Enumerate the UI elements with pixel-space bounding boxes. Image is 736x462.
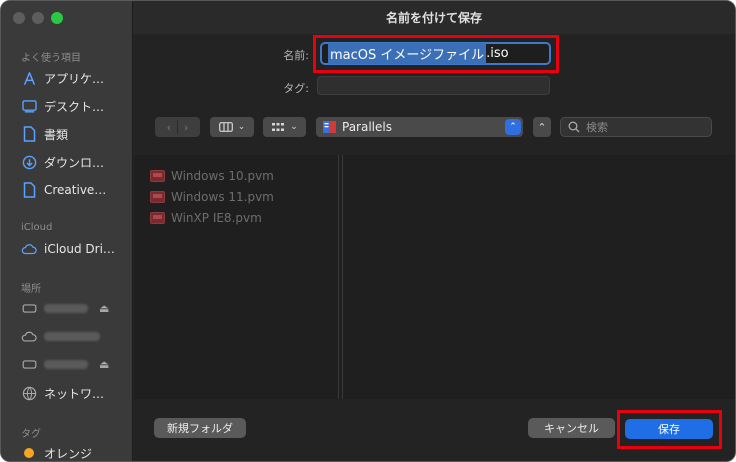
- location-label: Parallels: [342, 120, 392, 134]
- column-divider: [342, 155, 343, 399]
- chevron-down-icon: ⌄: [290, 122, 298, 132]
- sidebar-item-downloads[interactable]: ダウンロ…: [21, 151, 127, 173]
- drive-icon: [21, 300, 37, 316]
- redacted-drive-name: [44, 359, 88, 369]
- tags-header: タグ: [21, 429, 41, 440]
- file-item[interactable]: Windows 10.pvm: [150, 167, 274, 185]
- sidebar-item-creative[interactable]: Creative…: [21, 179, 127, 201]
- cloud-icon: [21, 328, 37, 344]
- back-icon[interactable]: ‹: [161, 121, 177, 134]
- window-controls: [13, 12, 63, 24]
- eject-icon[interactable]: ⏏: [99, 302, 109, 315]
- chevron-up-icon: ⌃: [537, 120, 547, 134]
- sidebar-item-location-drive-2[interactable]: ⏏: [21, 353, 127, 375]
- pvm-file-icon: [150, 191, 165, 203]
- sidebar-item-tag-orange[interactable]: オレンジ: [21, 442, 127, 461]
- redacted-drive-name: [44, 303, 88, 313]
- locations-header: 場所: [21, 284, 41, 295]
- icloud-header: iCloud: [21, 222, 53, 233]
- sidebar-item-documents[interactable]: 書類: [21, 123, 127, 145]
- search-icon: [568, 121, 580, 133]
- applications-icon: [21, 70, 37, 86]
- cancel-button[interactable]: キャンセル: [528, 418, 615, 438]
- pvm-file-icon: [150, 170, 165, 182]
- grid-icon: [272, 122, 285, 131]
- sidebar-item-location-drive-1[interactable]: ⏏: [21, 297, 127, 319]
- search-placeholder: 検索: [586, 121, 608, 134]
- sidebar-item-icloud-drive[interactable]: iCloud Dri…: [21, 238, 127, 260]
- new-folder-button[interactable]: 新規フォルダ: [154, 418, 246, 438]
- sidebar-item-label: iCloud Dri…: [44, 242, 115, 256]
- network-icon: [21, 385, 37, 401]
- sidebar-item-label: アプリケ…: [44, 71, 105, 86]
- favorites-header: よく使う項目: [21, 53, 81, 64]
- drive-icon: [21, 356, 37, 372]
- column-divider[interactable]: [338, 155, 339, 399]
- view-columns-button[interactable]: ⌄: [210, 117, 254, 137]
- window-title: 名前を付けて保存: [133, 1, 735, 34]
- file-item[interactable]: WinXP IE8.pvm: [150, 209, 262, 227]
- sidebar-item-desktop[interactable]: デスクト…: [21, 95, 127, 117]
- orange-tag-icon: [21, 445, 37, 461]
- location-popup[interactable]: Parallels ⌃: [316, 117, 523, 137]
- columns-view-icon: [218, 122, 233, 132]
- save-dialog: よく使う項目 アプリケ… デスクト… 書類 ダウンロ… Creative… iC…: [0, 0, 736, 462]
- pvm-file-icon: [150, 212, 165, 224]
- back-forward-buttons: ‹ ›: [155, 117, 200, 137]
- sidebar-item-location-cloud[interactable]: [21, 325, 127, 347]
- popup-stepper-icon: ⌃: [505, 119, 521, 135]
- file-icon: [21, 182, 37, 198]
- sidebar: よく使う項目 アプリケ… デスクト… 書類 ダウンロ… Creative… iC…: [1, 1, 133, 461]
- sidebar-item-applications[interactable]: アプリケ…: [21, 67, 127, 89]
- search-field[interactable]: 検索: [560, 117, 712, 137]
- zoom-button[interactable]: [51, 12, 63, 24]
- filename-highlight-box: [313, 35, 559, 73]
- name-label: 名前:: [283, 49, 309, 62]
- sidebar-item-label: ダウンロ…: [44, 155, 105, 170]
- minimize-button[interactable]: [32, 12, 44, 24]
- eject-icon[interactable]: ⏏: [99, 358, 109, 371]
- sidebar-item-network[interactable]: ネットワ…: [21, 382, 127, 404]
- collapse-button[interactable]: ⌃: [533, 117, 551, 137]
- group-button[interactable]: ⌄: [263, 117, 306, 137]
- forward-icon[interactable]: ›: [178, 121, 194, 134]
- file-item[interactable]: Windows 11.pvm: [150, 188, 274, 206]
- desktop-icon: [21, 98, 37, 114]
- file-name: WinXP IE8.pvm: [171, 211, 262, 225]
- file-name: Windows 11.pvm: [171, 190, 274, 204]
- icloud-icon: [21, 241, 37, 257]
- chevron-down-icon: ⌄: [237, 122, 246, 132]
- tag-input[interactable]: [317, 76, 550, 95]
- document-icon: [21, 126, 37, 142]
- sidebar-item-label: オレンジ: [44, 446, 93, 461]
- downloads-icon: [21, 154, 37, 170]
- sidebar-item-label: デスクト…: [44, 99, 105, 114]
- sidebar-item-label: ネットワ…: [44, 386, 105, 401]
- tag-label: タグ:: [283, 82, 309, 95]
- sidebar-item-label: 書類: [44, 127, 69, 142]
- folder-icon: [323, 121, 336, 133]
- save-highlight-box: [617, 410, 722, 449]
- redacted-location-name: [44, 331, 100, 341]
- sidebar-item-label: Creative…: [44, 183, 107, 197]
- close-button[interactable]: [13, 12, 25, 24]
- file-name: Windows 10.pvm: [171, 169, 274, 183]
